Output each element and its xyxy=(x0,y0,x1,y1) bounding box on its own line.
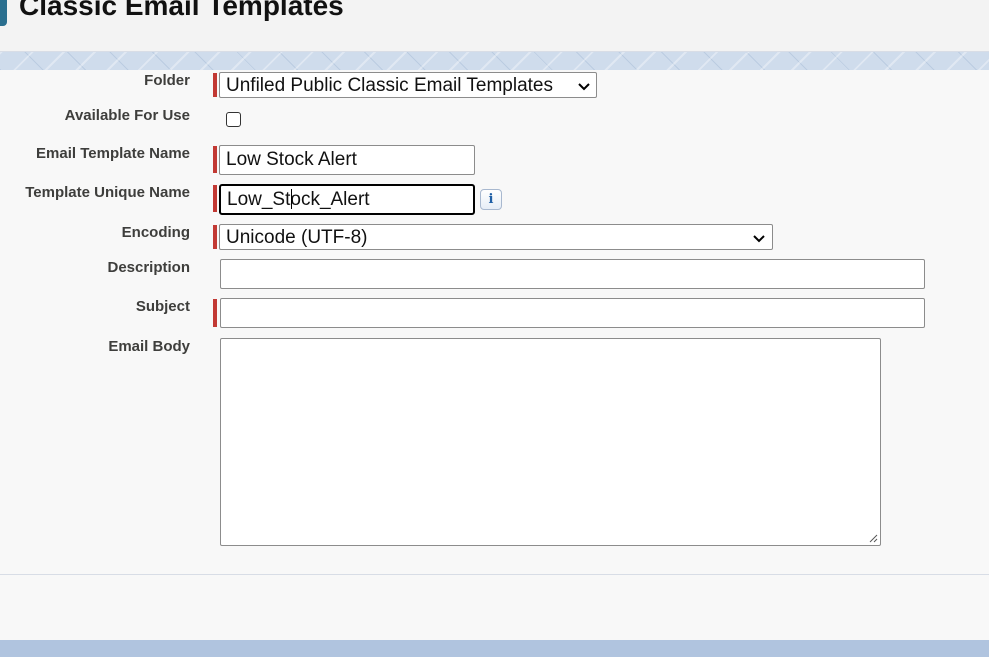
unique-name-input[interactable]: Low_Stock_Alert xyxy=(219,184,475,215)
required-marker xyxy=(213,225,217,249)
email-body-label: Email Body xyxy=(108,338,190,355)
email-body-textarea[interactable] xyxy=(220,338,881,546)
folder-select[interactable]: Unfiled Public Classic Email Templates xyxy=(219,72,597,98)
chevron-down-icon xyxy=(753,235,765,243)
available-label: Available For Use xyxy=(64,107,190,124)
required-marker xyxy=(213,73,217,97)
required-marker xyxy=(213,146,217,173)
footer-band xyxy=(0,640,989,657)
available-checkbox[interactable] xyxy=(226,112,241,127)
subject-label: Subject xyxy=(135,298,190,315)
description-input[interactable] xyxy=(220,259,925,289)
info-icon[interactable]: i xyxy=(480,189,502,210)
encoding-label: Encoding xyxy=(121,224,190,241)
subject-input[interactable] xyxy=(220,298,925,328)
folder-select-value: Unfiled Public Classic Email Templates xyxy=(226,75,553,96)
app-icon xyxy=(0,0,7,26)
unique-name-label: Template Unique Name xyxy=(25,184,190,201)
chevron-down-icon xyxy=(578,83,590,91)
form-divider xyxy=(0,574,989,575)
template-name-label: Email Template Name xyxy=(36,145,190,162)
description-label: Description xyxy=(107,259,190,276)
text-cursor xyxy=(291,189,292,209)
page-title: Classic Email Templates xyxy=(19,0,344,21)
resize-grip-icon[interactable] xyxy=(868,533,878,543)
required-marker xyxy=(213,185,217,212)
folder-label: Folder xyxy=(144,72,190,89)
required-marker xyxy=(213,299,217,327)
encoding-select-value: Unicode (UTF-8) xyxy=(226,227,368,248)
template-name-input[interactable]: Low Stock Alert xyxy=(219,145,475,175)
header-pattern-band xyxy=(0,52,989,70)
page-header: Classic Email Templates xyxy=(0,0,989,52)
encoding-select[interactable]: Unicode (UTF-8) xyxy=(219,224,773,250)
